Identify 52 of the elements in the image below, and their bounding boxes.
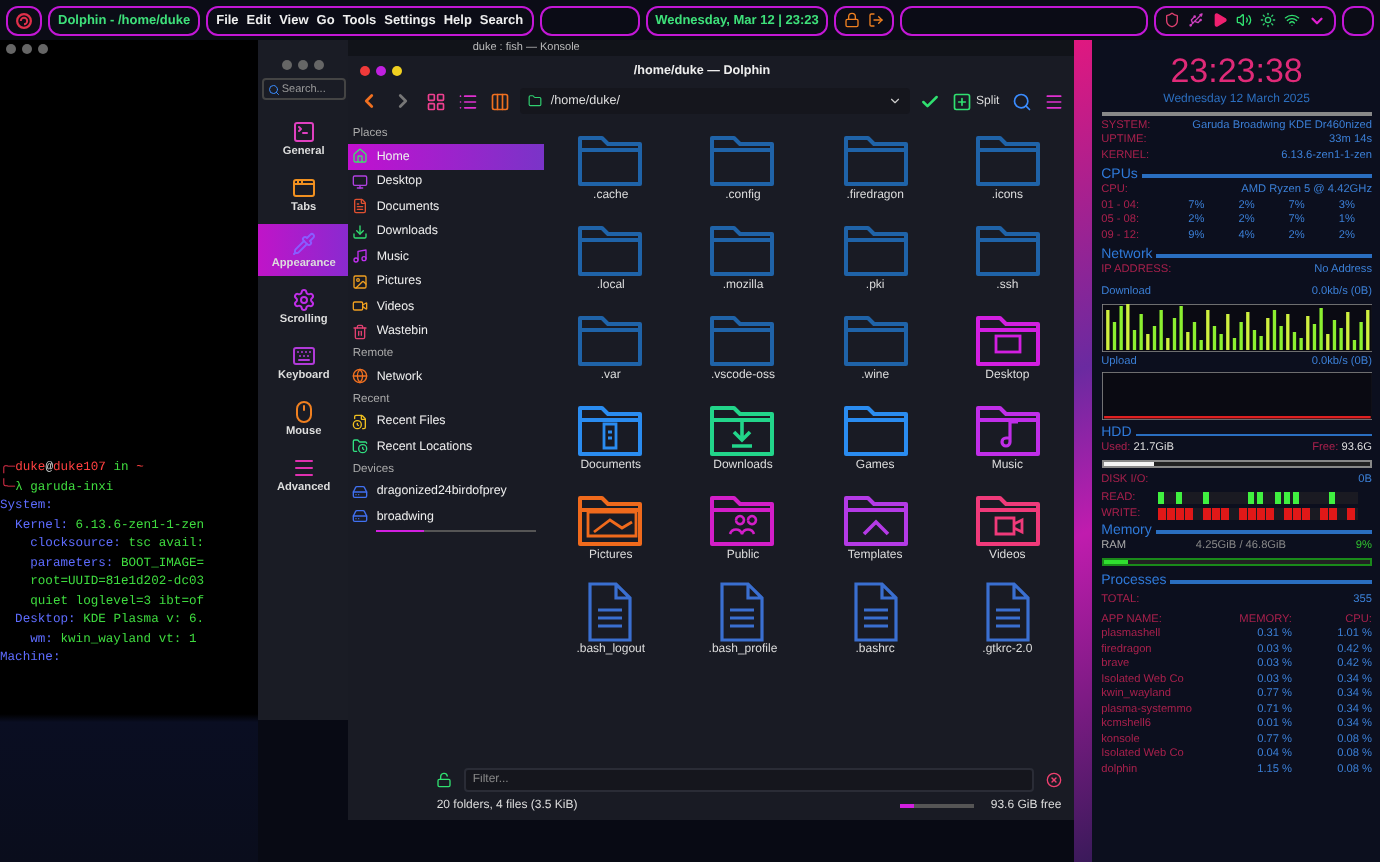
menu-icon: [1043, 91, 1064, 111]
file-clock-icon: [352, 413, 369, 430]
search-button[interactable]: [1009, 89, 1034, 113]
pipette-icon: [291, 231, 316, 255]
music-note-icon: [352, 248, 369, 265]
download-icon: [352, 223, 369, 240]
logout-icon[interactable]: [868, 12, 885, 28]
check-icon: [920, 91, 941, 111]
play-icon[interactable]: [1212, 12, 1228, 28]
shield-icon[interactable]: [1164, 12, 1180, 28]
settings-icon: [291, 287, 316, 311]
brightness-icon[interactable]: [1260, 12, 1276, 28]
trash-icon: [352, 323, 369, 340]
columns-icon: [490, 91, 511, 111]
minimize-button[interactable]: [376, 65, 387, 75]
unlock-icon[interactable]: [436, 772, 453, 788]
speaker-icon[interactable]: [1236, 12, 1252, 28]
keyboard-icon: [291, 343, 316, 367]
folder-clock-icon: [352, 438, 369, 455]
close-button[interactable]: [360, 65, 371, 75]
dropdown-icon: [888, 94, 903, 108]
search-icon: [267, 83, 280, 95]
icons-view-button[interactable]: [424, 89, 449, 113]
drive-icon: [352, 508, 369, 525]
app-launcher-button[interactable]: [6, 5, 42, 35]
folder-icon: [528, 94, 543, 108]
square-plus-icon: [952, 91, 973, 111]
home-icon: [352, 148, 369, 165]
window-icon: [291, 175, 316, 199]
swirl-logo-icon: [16, 11, 32, 29]
usb-icon[interactable]: [1188, 12, 1204, 28]
menu-button[interactable]: [1041, 89, 1066, 113]
grid-icon: [426, 91, 447, 111]
clear-icon[interactable]: [1045, 772, 1062, 788]
terminal-icon: [291, 119, 316, 143]
menu-icon: [291, 455, 316, 479]
mouse-icon: [291, 399, 316, 423]
video-icon: [352, 298, 369, 315]
empty-panel-slot: [539, 5, 640, 35]
maximize-button[interactable]: [392, 65, 403, 75]
monitor-icon: [352, 173, 369, 190]
power-button[interactable]: [1342, 5, 1374, 35]
image-icon: [352, 273, 369, 290]
globe-icon: [352, 368, 369, 385]
drive-icon: [352, 483, 369, 500]
wifi-icon[interactable]: [1284, 12, 1300, 28]
lock-icon[interactable]: [844, 12, 861, 28]
list-icon: [458, 91, 479, 111]
search-icon: [1011, 91, 1032, 111]
document-icon: [352, 198, 369, 215]
clock: 23:23:38: [1168, 52, 1305, 92]
columns-view-button[interactable]: [488, 89, 513, 113]
